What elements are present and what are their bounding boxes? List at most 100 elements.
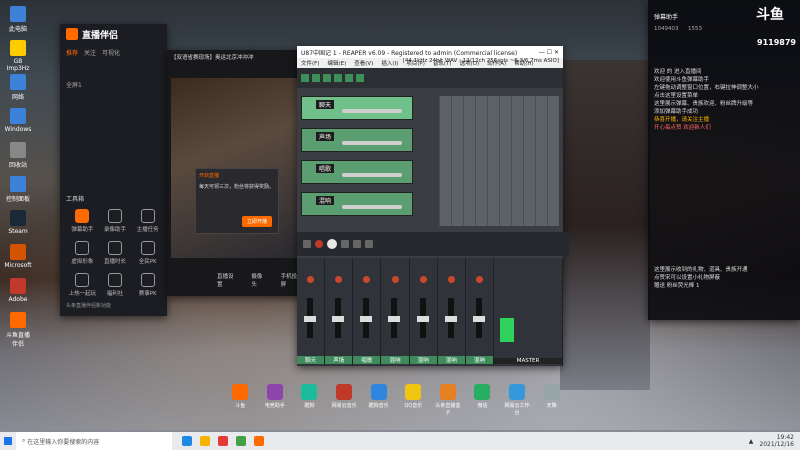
pan-knob[interactable]: [363, 276, 371, 283]
fader-cap[interactable]: [472, 316, 485, 322]
toolbox-item[interactable]: 弹幕助手: [66, 209, 99, 233]
track-name[interactable]: 混响: [316, 196, 335, 205]
clock-date: 2021/12/16: [759, 441, 794, 448]
pan-knob[interactable]: [307, 276, 315, 283]
stop-icon[interactable]: [353, 240, 361, 248]
douyu-icon[interactable]: [254, 436, 264, 446]
fader-cap[interactable]: [304, 316, 316, 322]
desktop-icon[interactable]: 网络: [4, 74, 32, 101]
live-settings-button[interactable]: 直播设置: [217, 272, 237, 288]
app-icon[interactable]: [218, 436, 228, 446]
tool-icon[interactable]: [312, 74, 320, 82]
tool-icon[interactable]: [356, 74, 364, 82]
toolbox-item[interactable]: 全民PK: [131, 241, 164, 265]
toolbox-item[interactable]: 虚拟形象: [66, 241, 99, 265]
track-volume-slider[interactable]: [342, 205, 402, 209]
toolbox-item[interactable]: 上热一起玩: [66, 273, 99, 297]
stage-preview: 开启直播 每天可领三次，粉丝将获得奖励。 立即开播: [171, 78, 297, 258]
camera-button[interactable]: 摄像头: [251, 272, 266, 288]
clock[interactable]: 19:42 2021/12/16: [759, 434, 794, 448]
taskbar-apps: [182, 436, 264, 446]
tool-icon: [75, 241, 90, 255]
taskbar-search[interactable]: ⌕ 在这里输入你要搜索的内容: [16, 432, 172, 450]
fader-cap[interactable]: [416, 316, 429, 322]
track-volume-slider[interactable]: [342, 109, 402, 113]
track-volume-slider[interactable]: [342, 141, 402, 145]
toolbox-item[interactable]: 录像助手: [99, 209, 132, 233]
desktop-shortcut[interactable]: 酷狗音乐: [364, 384, 393, 420]
tab-recommend[interactable]: 推荐: [66, 48, 78, 57]
desktop-icon[interactable]: Microsoft: [4, 244, 32, 269]
forward-icon[interactable]: [365, 240, 373, 248]
desktop-shortcut[interactable]: 斗鱼: [226, 384, 255, 420]
folder-icon[interactable]: [200, 436, 210, 446]
desktop-shortcut[interactable]: 微信: [468, 384, 497, 420]
track-row[interactable]: 唱歌: [301, 160, 413, 184]
tool-icon[interactable]: [334, 74, 342, 82]
desktop-icon[interactable]: Adobe: [4, 278, 32, 303]
desktop-shortcut[interactable]: 天降: [537, 384, 566, 420]
fader-cap[interactable]: [360, 316, 373, 322]
track-row[interactable]: 聊天: [301, 96, 413, 120]
tool-icon[interactable]: [345, 74, 353, 82]
play-icon[interactable]: [327, 239, 337, 249]
desktop-icon[interactable]: 回收站: [4, 142, 32, 169]
network-icon[interactable]: ▲: [749, 438, 754, 445]
desktop-shortcut[interactable]: 酷狗: [295, 384, 324, 420]
tool-icon[interactable]: [301, 74, 309, 82]
rewind-icon[interactable]: [303, 240, 311, 248]
toolbox-item[interactable]: 赛事PK: [131, 273, 164, 297]
menu-item[interactable]: 文件(F): [301, 59, 319, 67]
desktop-shortcut[interactable]: 网易云音乐: [330, 384, 359, 420]
shortcut-label: 网易云音乐: [331, 403, 357, 409]
toolbox-item[interactable]: 主播任务: [131, 209, 164, 233]
desktop-icon[interactable]: 斗鱼直播伴侣: [4, 312, 32, 348]
pan-knob[interactable]: [419, 276, 427, 283]
desktop-icon[interactable]: Steam: [4, 210, 32, 235]
track-name[interactable]: 声场: [316, 132, 335, 141]
tab-visual[interactable]: 可视化: [102, 48, 120, 57]
minimize-icon[interactable]: —: [539, 49, 545, 56]
chat-message: 点击这里设置菜单: [654, 93, 699, 99]
desktop-shortcut[interactable]: 电竞助手: [261, 384, 290, 420]
track-row[interactable]: 混响: [301, 192, 413, 216]
app-icon[interactable]: [236, 436, 246, 446]
toolbox-item[interactable]: 福利社: [99, 273, 132, 297]
pan-knob[interactable]: [391, 276, 399, 283]
pan-knob[interactable]: [447, 276, 455, 283]
track-name[interactable]: 唱歌: [316, 164, 335, 173]
pause-icon[interactable]: [341, 240, 349, 248]
menu-item[interactable]: 插入(I): [381, 59, 398, 67]
desktop-icon[interactable]: 此电脑: [4, 6, 32, 33]
desktop-shortcut[interactable]: 头条直播盒子: [434, 384, 463, 420]
desktop-shortcut[interactable]: 网易云工作台: [503, 384, 532, 420]
maximize-icon[interactable]: ☐: [547, 49, 552, 56]
tab-follow[interactable]: 关注: [84, 48, 96, 57]
desktop-icon[interactable]: Windows: [4, 108, 32, 133]
track-volume-slider[interactable]: [342, 173, 402, 177]
track-name[interactable]: 聊天: [316, 100, 335, 109]
pan-knob[interactable]: [476, 276, 484, 283]
toolbox-item[interactable]: 直播时长: [99, 241, 132, 265]
close-icon[interactable]: ✕: [554, 49, 559, 56]
app-icon: [405, 384, 422, 400]
shortcut-label: QQ音乐: [404, 403, 423, 409]
tool-icon[interactable]: [323, 74, 331, 82]
menu-item[interactable]: 编辑(E): [327, 59, 346, 67]
start-live-button[interactable]: 立即开播: [241, 216, 272, 227]
track-row[interactable]: 声场: [301, 128, 413, 152]
fader-cap[interactable]: [332, 316, 345, 322]
fader-cap[interactable]: [444, 316, 457, 322]
desktop-icon[interactable]: 控制面板: [4, 176, 32, 203]
menu-item[interactable]: 查看(V): [354, 59, 373, 67]
fader-cap[interactable]: [388, 316, 401, 322]
edge-icon[interactable]: [182, 436, 192, 446]
desktop-shortcut[interactable]: QQ音乐: [399, 384, 428, 420]
start-button[interactable]: [0, 432, 16, 450]
app-icon: [543, 384, 560, 400]
arrange-view[interactable]: [439, 96, 559, 226]
record-icon[interactable]: [315, 240, 323, 248]
mixer-strip: 混响: [381, 258, 410, 366]
pan-knob[interactable]: [335, 276, 343, 283]
desktop-icon[interactable]: GB Imp3Hz: [4, 40, 32, 72]
